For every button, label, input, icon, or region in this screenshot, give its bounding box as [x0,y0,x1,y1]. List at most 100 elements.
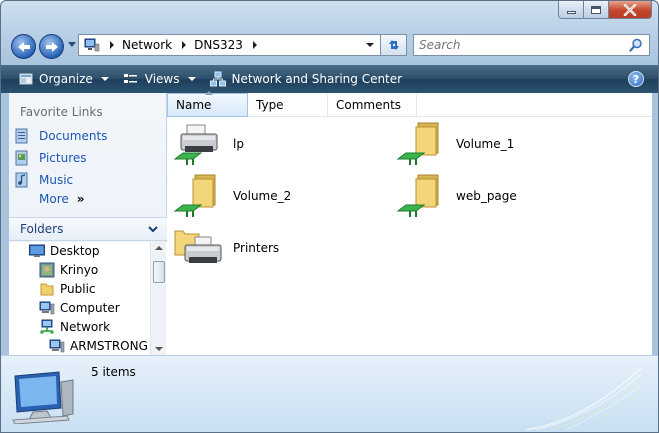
tree-item-label: Desktop [50,244,100,258]
shared-folder-icon [396,173,448,219]
folders-title: Folders [20,222,64,236]
breadcrumb-separator[interactable] [182,41,187,49]
recent-pages-dropdown[interactable] [68,42,76,47]
favorite-links-title: Favorite Links [20,105,103,119]
tree-item-label: ARMSTRONG [70,339,148,353]
tree-item-label: Krinyo [60,263,99,277]
shared-printer-icon [173,121,225,167]
maximize-icon [591,5,601,14]
network-sharing-center-button[interactable]: Network and Sharing Center [204,65,409,93]
organize-icon [19,73,33,85]
column-comments[interactable]: Comments [328,93,417,117]
organize-label: Organize [39,72,93,86]
desktop-icon [29,244,45,257]
column-header: Name Type Comments [167,91,652,117]
column-label: Type [256,98,284,112]
explorer-window: Network DNS323 Organize [0,0,659,433]
views-icon [123,74,137,83]
tree-item-label: Computer [60,301,120,315]
item-count: 5 items [91,365,136,379]
folder-icon [40,283,54,296]
column-name[interactable]: Name [167,91,248,117]
minimize-icon [566,10,576,14]
music-icon [15,172,28,188]
user-folder-icon [39,262,55,278]
more-links-button[interactable]: More » [39,192,84,206]
close-button[interactable] [609,1,652,19]
tree-item-label: Network [60,320,111,334]
breadcrumb-dns323[interactable]: DNS323 [194,38,243,52]
tree-item-label: Public [60,282,96,296]
item-label: Volume_2 [233,189,292,203]
favorite-link-pictures[interactable]: Pictures [15,148,87,168]
list-item-printers[interactable]: Printers [173,225,279,271]
column-type[interactable]: Type [248,93,328,117]
tree-item-armstrong[interactable]: ARMSTRONG [49,337,148,355]
caption-buttons [558,1,652,19]
computer-icon [39,301,55,315]
forward-arrow-icon [45,41,58,52]
printers-folder-icon [173,225,225,271]
address-dropdown-icon[interactable] [366,43,374,47]
sort-ascending-icon [205,91,213,95]
favorite-link-label: Music [39,173,74,187]
search-input[interactable] [419,38,619,52]
scroll-down-icon[interactable] [155,347,163,351]
organize-button[interactable]: Organize [13,65,115,93]
back-button[interactable] [11,34,36,59]
list-item-volume-1[interactable]: Volume_1 [396,121,514,167]
minimize-button[interactable] [558,1,584,19]
breadcrumb-separator[interactable] [110,41,114,49]
folder-tree: Desktop Krinyo Public Computer Network A… [9,242,167,355]
shared-folder-icon [396,121,448,167]
list-item-lp[interactable]: lp [173,121,244,167]
item-label: lp [233,137,244,151]
close-icon [623,3,637,16]
breadcrumb-separator[interactable] [252,41,257,49]
maximize-button[interactable] [584,1,609,19]
search-box [413,34,650,56]
network-sharing-label: Network and Sharing Center [231,72,403,86]
command-bar: Organize Views Network and Sharing Cente… [1,65,658,93]
favorite-link-documents[interactable]: Documents [15,126,107,146]
tree-item-public[interactable]: Public [39,280,96,298]
list-item-web-page[interactable]: web_page [396,173,517,219]
favorite-link-music[interactable]: Music [15,170,73,190]
forward-button[interactable] [39,34,64,59]
refresh-button[interactable] [381,34,407,56]
breadcrumb-network[interactable]: Network [122,38,172,52]
network-device-icon [12,371,74,424]
column-label: Comments [336,98,402,112]
refresh-icon [388,40,399,50]
tree-item-computer[interactable]: Computer [39,299,120,317]
swoosh-decoration [525,367,642,430]
back-arrow-icon [17,41,30,52]
navigation-pane: Favorite Links Documents Pictures Music … [9,93,167,355]
address-bar[interactable]: Network DNS323 [78,34,381,56]
file-list: Name Type Comments lp Volume_1 Volume_2 … [167,91,652,355]
help-icon: ? [632,72,640,86]
scroll-up-icon[interactable] [155,246,163,250]
scroll-thumb[interactable] [153,261,165,283]
details-pane: 5 items [1,355,658,432]
shared-folder-icon [173,173,225,219]
favorite-link-label: Pictures [39,151,87,165]
tree-scrollbar[interactable] [150,242,166,355]
pictures-icon [15,150,28,166]
tree-item-network[interactable]: Network [39,318,110,336]
favorite-link-label: Documents [39,129,108,143]
folders-header[interactable]: Folders [9,217,167,241]
column-label: Name [176,98,212,112]
computer-icon [49,339,65,353]
organize-dropdown-icon [100,77,109,81]
more-label: More [39,192,69,206]
tree-item-desktop[interactable]: Desktop [29,242,100,260]
views-dropdown-icon [187,77,196,81]
list-item-volume-2[interactable]: Volume_2 [173,173,291,219]
tree-item-krinyo[interactable]: Krinyo [39,261,98,279]
network-icon [40,319,54,334]
views-button[interactable]: Views [117,65,202,93]
item-label: Volume_1 [456,137,515,151]
search-icon[interactable] [629,38,643,52]
help-button[interactable]: ? [628,71,644,87]
